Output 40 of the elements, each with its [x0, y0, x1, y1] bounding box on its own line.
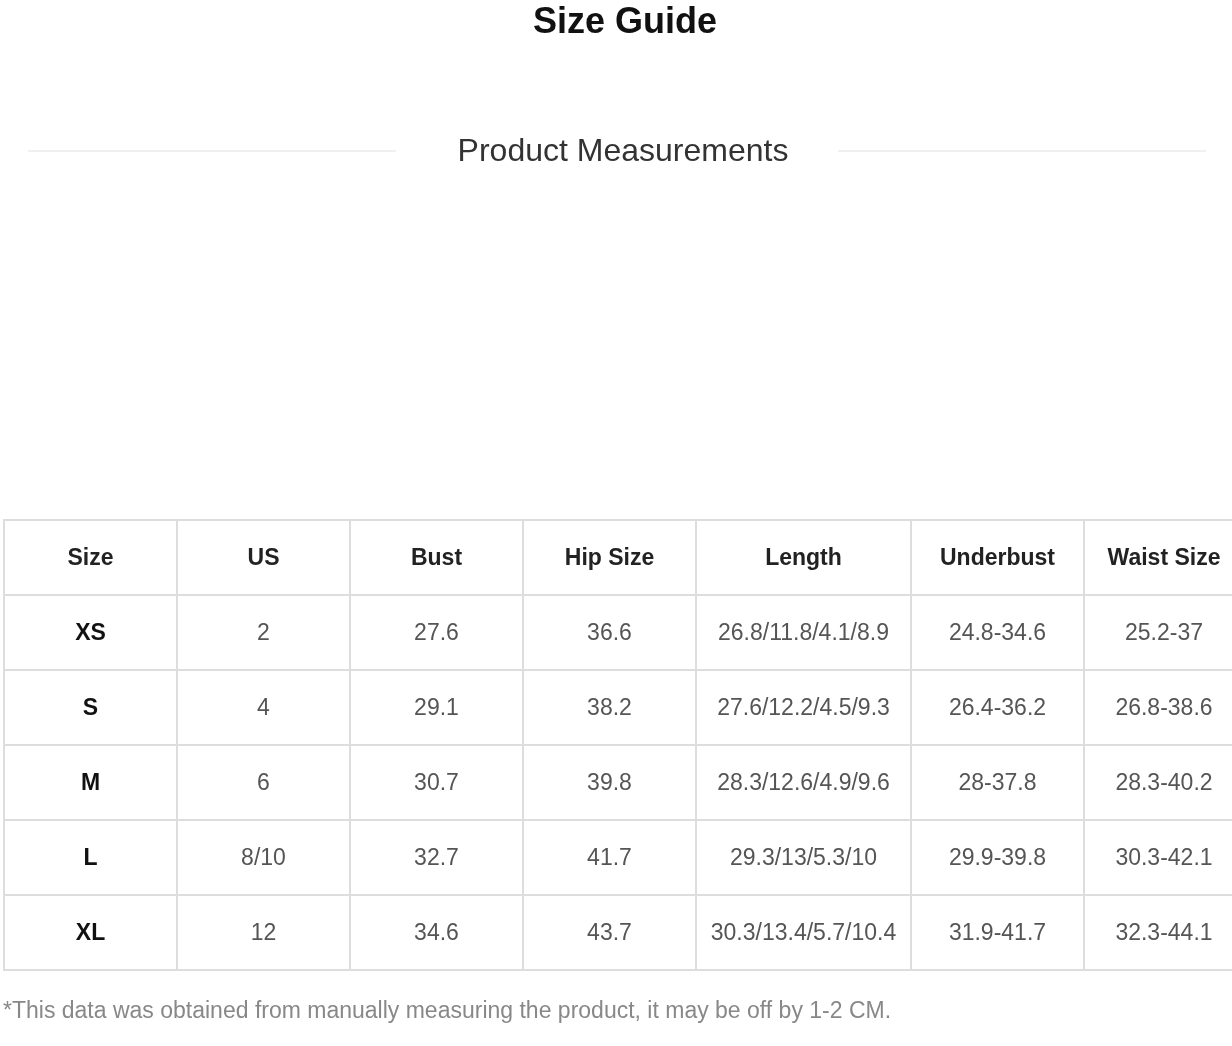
table-cell: 27.6: [350, 595, 523, 670]
table-cell: 39.8: [523, 745, 696, 820]
column-header: Waist Size: [1084, 520, 1232, 595]
column-header: Hip Size: [523, 520, 696, 595]
table-cell: 29.9-39.8: [911, 820, 1084, 895]
table-cell: 38.2: [523, 670, 696, 745]
table-cell: S: [4, 670, 177, 745]
table-cell: 26.4-36.2: [911, 670, 1084, 745]
table-cell: 26.8/11.8/4.1/8.9: [696, 595, 911, 670]
column-header: Bust: [350, 520, 523, 595]
table-cell: 12: [177, 895, 350, 970]
table-cell: 28.3/12.6/4.9/9.6: [696, 745, 911, 820]
table-cell: 4: [177, 670, 350, 745]
table-cell: L: [4, 820, 177, 895]
page-title: Size Guide: [531, 0, 718, 42]
table-cell: 29.3/13/5.3/10: [696, 820, 911, 895]
table-cell: 30.3/13.4/5.7/10.4: [696, 895, 911, 970]
table-cell: 27.6/12.2/4.5/9.3: [696, 670, 911, 745]
table-cell: 29.1: [350, 670, 523, 745]
table-cell: 43.7: [523, 895, 696, 970]
table-cell: 36.6: [523, 595, 696, 670]
column-header: Size: [4, 520, 177, 595]
table-cell: XS: [4, 595, 177, 670]
table-cell: 28-37.8: [911, 745, 1084, 820]
table-cell: 32.7: [350, 820, 523, 895]
column-header: Length: [696, 520, 911, 595]
table-cell: 34.6: [350, 895, 523, 970]
footnote: *This data was obtained from manually measuring the product, it may be off by 1-2 CM.: [2, 997, 893, 1024]
table-cell: 24.8-34.6: [911, 595, 1084, 670]
section-heading: Product Measurements: [456, 132, 790, 169]
table-cell: 41.7: [523, 820, 696, 895]
table-cell: 6: [177, 745, 350, 820]
column-header: Underbust: [911, 520, 1084, 595]
table-cell: 2: [177, 595, 350, 670]
table-cell: 30.7: [350, 745, 523, 820]
table-cell: 8/10: [177, 820, 350, 895]
table-cell: 31.9-41.7: [911, 895, 1084, 970]
table-cell: M: [4, 745, 177, 820]
table-cell: XL: [4, 895, 177, 970]
column-header: US: [177, 520, 350, 595]
